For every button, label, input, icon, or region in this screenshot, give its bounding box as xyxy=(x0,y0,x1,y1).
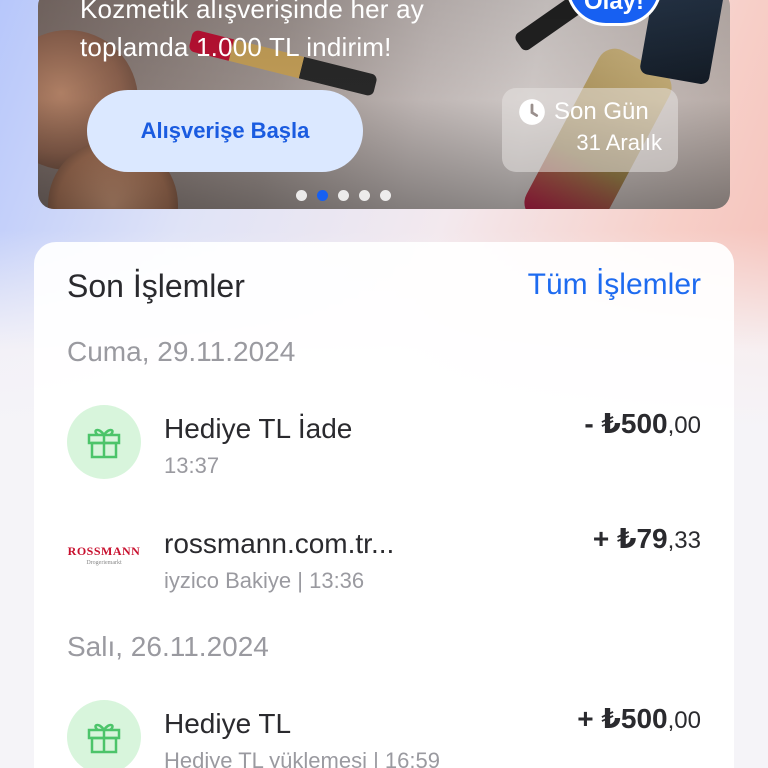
transaction-amount: - ₺500,00 xyxy=(584,407,701,440)
section-title: Son İşlemler xyxy=(67,268,245,304)
carousel-dot[interactable] xyxy=(296,190,307,201)
date-header: Salı, 26.11.2024 xyxy=(67,631,269,662)
deadline-date: 31 Aralık xyxy=(576,130,662,155)
transaction-time: iyzico Bakiye | 13:36 xyxy=(164,568,365,593)
transaction-amount: + ₺79,33 xyxy=(593,522,701,555)
gift-avatar xyxy=(67,405,141,479)
amount-cents: ,00 xyxy=(667,412,701,439)
transaction-row[interactable]: ROSSMANN Drogeriemarkt rossmann.com.tr..… xyxy=(67,520,701,600)
deadline-badge: Son Gün 31 Aralık xyxy=(502,88,678,172)
transaction-name: Hediye TL İade xyxy=(164,413,353,444)
banner-headline-line2: toplamda 1.000 TL indirim! xyxy=(80,32,392,62)
transaction-row[interactable]: Hediye TL Hediye TL yüklemesi | 16:59 + … xyxy=(67,700,701,768)
recent-transactions-card: Son İşlemler Tüm İşlemler Cuma, 29.11.20… xyxy=(34,242,734,768)
all-transactions-link[interactable]: Tüm İşlemler xyxy=(528,268,701,302)
banner-headline: Kozmetik alışverişinde her ay toplamda 1… xyxy=(80,0,424,66)
amount-main: + ₺79 xyxy=(592,523,668,554)
promo-banner[interactable]: Kozmetik alışverişinde her ay toplamda 1… xyxy=(38,0,730,209)
transaction-time: Hediye TL yüklemesi | 16:59 xyxy=(164,748,440,768)
amount-main: + ₺500 xyxy=(577,703,668,734)
rossmann-logo: ROSSMANN Drogeriemarkt xyxy=(67,544,141,566)
clock-icon xyxy=(519,99,545,125)
amount-main: - ₺500 xyxy=(584,408,668,439)
carousel-dot-active[interactable] xyxy=(317,190,328,201)
carousel-dot[interactable] xyxy=(338,190,349,201)
gift-icon xyxy=(87,428,121,459)
transaction-time: 13:37 xyxy=(164,453,220,478)
brand-badge-label: Olay! xyxy=(583,0,645,15)
merchant-logo: ROSSMANN Drogeriemarkt xyxy=(67,520,141,594)
transaction-amount: + ₺500,00 xyxy=(577,702,701,735)
amount-cents: ,33 xyxy=(667,527,701,554)
start-shopping-button[interactable]: Alışverişe Başla xyxy=(87,90,363,172)
gift-avatar xyxy=(67,700,141,768)
transaction-name: Hediye TL xyxy=(164,708,292,739)
gift-icon xyxy=(87,723,121,754)
transaction-row[interactable]: Hediye TL İade 13:37 - ₺500,00 xyxy=(67,405,701,485)
date-header: Cuma, 29.11.2024 xyxy=(67,336,296,367)
carousel-dot[interactable] xyxy=(380,190,391,201)
banner-headline-line1: Kozmetik alışverişinde her ay xyxy=(80,0,424,24)
deadline-label: Son Gün xyxy=(554,98,649,125)
carousel-indicator xyxy=(296,190,391,201)
amount-cents: ,00 xyxy=(667,707,701,734)
transaction-name: rossmann.com.tr... xyxy=(164,528,395,559)
carousel-dot[interactable] xyxy=(359,190,370,201)
